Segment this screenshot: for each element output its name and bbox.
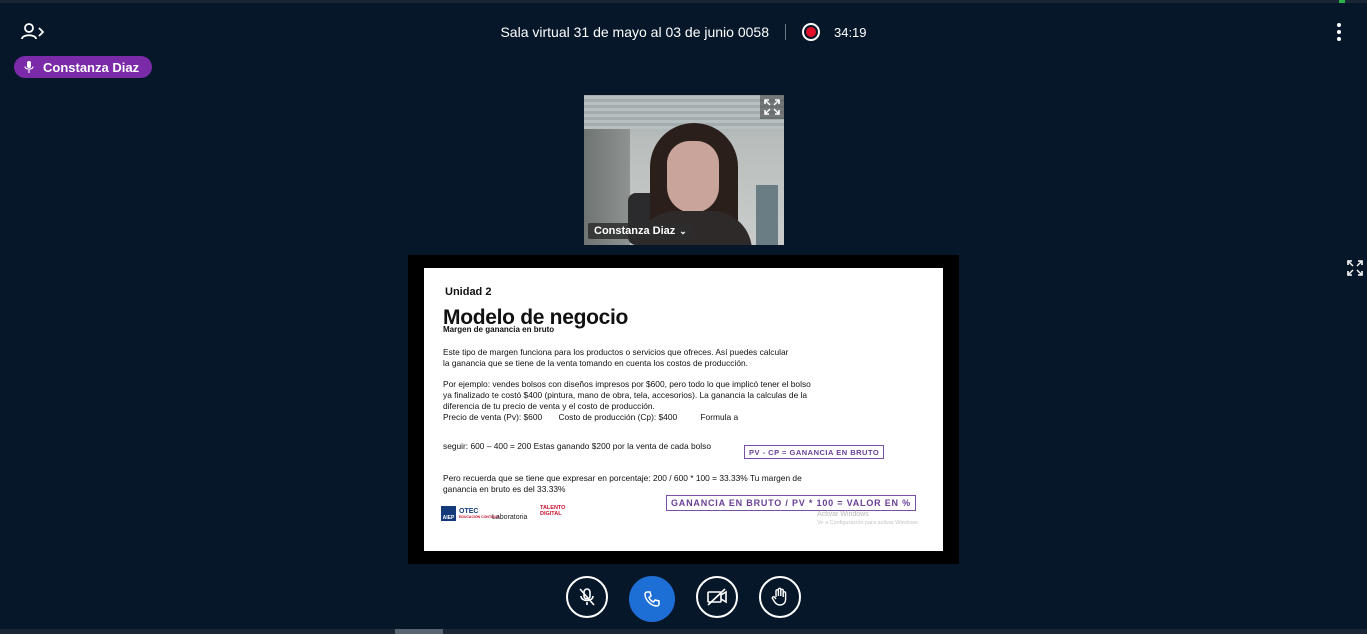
camera-off-icon bbox=[707, 588, 727, 606]
talento-digital-logo: TALENTO DIGITAL bbox=[540, 505, 566, 517]
slide-line: Este tipo de margen funciona para los pr… bbox=[443, 347, 789, 357]
slide-formula-1: PV - CP = GANANCIA EN BRUTO bbox=[744, 445, 885, 459]
kebab-dot bbox=[1337, 30, 1341, 34]
kebab-dot bbox=[1337, 23, 1341, 27]
slide-line: la ganancia que se tiene de la venta tom… bbox=[443, 358, 748, 368]
slide-line: diferencia de tu precio de venta y el co… bbox=[443, 401, 655, 411]
slide-line: Precio de venta (Pv): $600 Costo de prod… bbox=[443, 412, 739, 422]
hand-icon bbox=[771, 587, 787, 606]
aiep-otec-logo: AIEP OTEC EDUCACIÓN CONTINUA bbox=[441, 506, 500, 521]
slide-paragraph-2: Por ejemplo: vendes bolsos con diseños i… bbox=[443, 379, 873, 423]
slide-line: Por ejemplo: vendes bolsos con diseños i… bbox=[443, 379, 811, 389]
webcam-tile[interactable]: Constanza Diaz ⌄ bbox=[584, 95, 784, 245]
mute-mic-button[interactable] bbox=[566, 576, 608, 618]
expand-icon bbox=[1347, 260, 1363, 276]
laboratoria-logo: Laboratoria bbox=[492, 514, 528, 521]
windows-activation-watermark-sub: Ve a Configuración para activar Windows. bbox=[817, 520, 920, 526]
recording-button[interactable] bbox=[801, 23, 820, 41]
slide-formula-2: GANANCIA EN BRUTO / PV * 100 = VALOR EN … bbox=[666, 495, 916, 511]
windows-activation-watermark: Activar Windows bbox=[817, 511, 869, 518]
speaker-name: Constanza Diaz bbox=[43, 59, 140, 75]
screenshare-fullscreen-button[interactable] bbox=[1344, 257, 1366, 279]
header-divider bbox=[784, 24, 786, 40]
scrollbar-thumb[interactable] bbox=[395, 629, 443, 634]
recording-icon bbox=[805, 27, 816, 37]
camera-toggle-button[interactable] bbox=[696, 576, 738, 618]
top-edge bbox=[0, 0, 1367, 3]
webcam-user-menu[interactable]: Constanza Diaz ⌄ bbox=[588, 223, 693, 239]
presentation-slide: Unidad 2 Modelo de negocio Margen de gan… bbox=[424, 268, 943, 551]
kebab-dot bbox=[1337, 37, 1341, 41]
slide-line: ganancia en bruto es del 33.33% bbox=[443, 484, 566, 494]
expand-icon bbox=[764, 99, 780, 115]
raise-hand-button[interactable] bbox=[759, 576, 801, 618]
microphone-icon bbox=[24, 61, 34, 73]
aiep-badge: AIEP bbox=[441, 506, 456, 521]
webcam-fullscreen-button[interactable] bbox=[760, 95, 784, 119]
microphone-off-icon bbox=[579, 588, 595, 606]
phone-icon bbox=[644, 591, 660, 607]
slide-line: Pero recuerda que se tiene que expresar … bbox=[443, 473, 802, 483]
call-controls bbox=[0, 576, 1367, 622]
recording-timer: 34:19 bbox=[833, 24, 867, 40]
chevron-down-icon: ⌄ bbox=[679, 225, 687, 236]
slide-unit: Unidad 2 bbox=[445, 286, 492, 298]
screenshare-area: Unidad 2 Modelo de negocio Margen de gan… bbox=[408, 255, 959, 564]
slide-line: ya finalizado te costó $400 (pintura, ma… bbox=[443, 390, 808, 400]
webcam-background-cloth bbox=[756, 185, 778, 245]
talking-indicator[interactable]: Constanza Diaz bbox=[14, 56, 153, 78]
slide-paragraph-4: Pero recuerda que se tiene que expresar … bbox=[443, 473, 873, 495]
meeting-title: Sala virtual 31 de mayo al 03 de junio 0… bbox=[500, 24, 769, 40]
connection-indicator bbox=[1339, 0, 1345, 3]
leave-audio-button[interactable] bbox=[629, 576, 675, 622]
horizontal-scrollbar[interactable] bbox=[0, 629, 1367, 634]
options-menu-button[interactable] bbox=[1331, 20, 1347, 44]
slide-subtitle: Margen de ganancia en bruto bbox=[443, 325, 555, 334]
webcam-person-face bbox=[667, 141, 719, 213]
meeting-header: Sala virtual 31 de mayo al 03 de junio 0… bbox=[0, 18, 1367, 46]
webcam-user-name: Constanza Diaz bbox=[594, 225, 676, 237]
slide-paragraph-1: Este tipo de margen funciona para los pr… bbox=[443, 347, 873, 369]
